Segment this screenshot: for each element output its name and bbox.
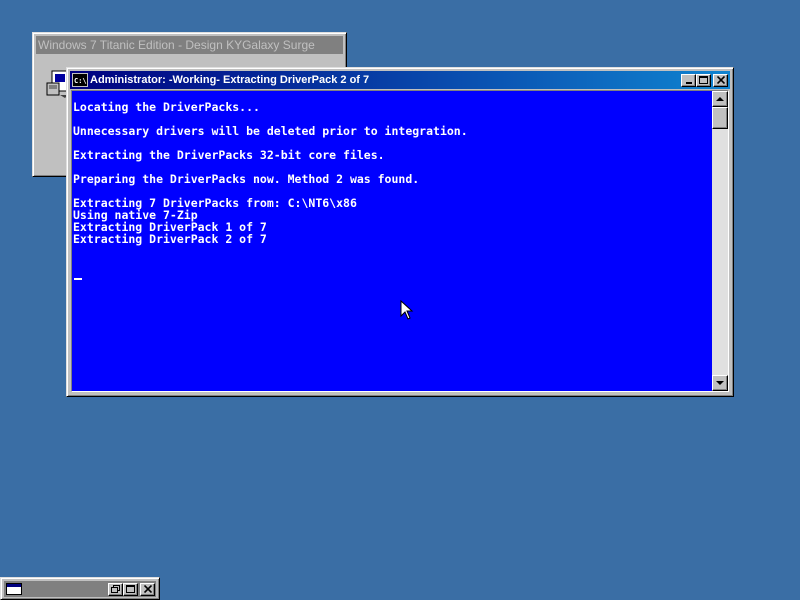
console-app-icon[interactable]: C:\ <box>72 73 88 87</box>
console-output-text: Locating the DriverPacks... Unnecessary … <box>73 100 468 246</box>
scrollbar-thumb[interactable] <box>712 107 728 129</box>
console-window[interactable]: C:\ Administrator: -Working- Extracting … <box>66 67 734 397</box>
background-window-titlebar[interactable]: Windows 7 Titanic Edition - Design KYGal… <box>36 36 343 54</box>
arrow-up-icon <box>716 96 724 101</box>
window-app-icon <box>6 583 22 595</box>
maximize-button[interactable] <box>696 73 711 87</box>
console-output-area[interactable]: Locating the DriverPacks... Unnecessary … <box>71 90 729 392</box>
minimized-window[interactable] <box>0 577 160 600</box>
restore-button[interactable] <box>108 582 123 596</box>
close-icon <box>143 585 152 593</box>
close-button[interactable] <box>140 582 155 596</box>
close-icon <box>716 76 725 84</box>
svg-text:C:\: C:\ <box>74 77 87 85</box>
scroll-down-button[interactable] <box>712 375 728 391</box>
minimize-icon <box>685 82 692 84</box>
background-window-title: Windows 7 Titanic Edition - Design KYGal… <box>38 38 315 52</box>
console-titlebar[interactable]: C:\ Administrator: -Working- Extracting … <box>70 71 730 89</box>
maximize-icon <box>126 585 135 593</box>
text-cursor <box>74 278 82 280</box>
maximize-button[interactable] <box>123 582 138 596</box>
restore-icon <box>111 585 120 593</box>
scroll-up-button[interactable] <box>712 91 728 107</box>
minimize-button[interactable] <box>681 73 696 87</box>
minimized-window-titlebar[interactable] <box>4 581 156 597</box>
close-button[interactable] <box>713 73 728 87</box>
console-title: Administrator: -Working- Extracting Driv… <box>90 74 370 86</box>
vertical-scrollbar[interactable] <box>712 91 728 391</box>
maximize-icon <box>699 76 708 84</box>
arrow-down-icon <box>716 380 724 385</box>
mouse-pointer-icon <box>400 300 414 320</box>
